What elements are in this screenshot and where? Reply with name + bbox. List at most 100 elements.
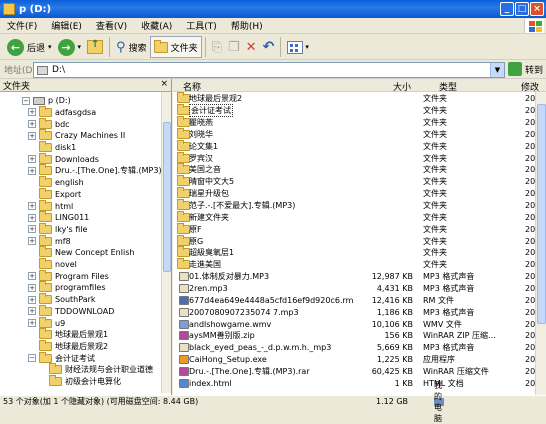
go-button[interactable]: 转到: [508, 62, 543, 76]
menu-file[interactable]: 文件(F): [0, 19, 44, 32]
file-size: 1 KB: [394, 378, 413, 388]
folder-icon: [39, 222, 52, 234]
tree-item[interactable]: + adfasgdsa: [28, 105, 96, 119]
expand-icon[interactable]: +: [28, 213, 36, 222]
file-row[interactable]: 原G文件夹2008: [173, 234, 545, 247]
file-row[interactable]: 瞿晓燕文件夹2008: [173, 116, 545, 129]
menu-help[interactable]: 帮助(H): [224, 19, 270, 32]
expand-icon[interactable]: +: [28, 131, 36, 140]
menu-tools[interactable]: 工具(T): [179, 19, 224, 32]
menu-view[interactable]: 查看(V): [89, 19, 134, 32]
tree-item[interactable]: 地球最后景观2: [28, 339, 108, 353]
file-name: 原F: [189, 224, 202, 234]
expand-icon[interactable]: +: [28, 225, 36, 234]
tree-item[interactable]: + LING011: [28, 211, 89, 224]
file-row[interactable]: CaiHong_Setup.exe1,225 KB应用程序2008: [173, 354, 545, 366]
expand-icon[interactable]: +: [28, 120, 36, 129]
file-row[interactable]: 美国之音文件夹2008: [173, 163, 545, 176]
menu-favorites[interactable]: 收藏(A): [134, 19, 179, 32]
tree-item[interactable]: + html: [28, 199, 73, 212]
minimize-button[interactable]: _: [500, 2, 514, 16]
file-row[interactable]: 论文集1文件夹2007: [173, 139, 545, 152]
exe-icon: [179, 355, 189, 365]
tree-item[interactable]: + Downloads: [28, 152, 99, 166]
file-row[interactable]: 范子.-.[不爱最大].专辑.(MP3)文件夹2008: [173, 199, 545, 212]
tree-item[interactable]: + programfiles: [28, 281, 106, 294]
folders-button[interactable]: 文件夹: [149, 36, 202, 58]
tree-item[interactable]: + u9: [28, 316, 65, 329]
file-row[interactable]: 刘晓华文件夹2008: [173, 127, 545, 141]
file-row[interactable]: black_eyed_peas_-_d.p.w.m.h._mp3 5,669 KB…: [173, 342, 545, 354]
collapse-icon[interactable]: −: [22, 96, 30, 105]
undo-button[interactable]: ↶: [260, 36, 278, 58]
tree-item[interactable]: − p (D:): [22, 95, 71, 107]
back-button[interactable]: ← 后退 ▾: [4, 36, 55, 58]
expand-icon[interactable]: +: [28, 295, 36, 304]
expand-icon[interactable]: +: [28, 155, 36, 164]
file-row[interactable]: Dru.-.[The.One].专辑.(MP3).rar 60,425 KB Win…: [173, 366, 545, 378]
file-row[interactable]: 晴窗中文大5文件夹2008: [173, 175, 545, 188]
file-list-scrollbar[interactable]: [535, 92, 546, 395]
status-size: 1.12 GB: [376, 397, 409, 406]
maximize-button[interactable]: □: [515, 2, 529, 16]
zip-icon: [179, 366, 189, 376]
tree-item[interactable]: + TDDOWNLOAD: [28, 304, 114, 318]
close-button[interactable]: ×: [530, 2, 544, 16]
copy-to-button[interactable]: ❐: [225, 36, 243, 58]
menu-edit[interactable]: 编辑(E): [44, 19, 89, 32]
file-row[interactable]: 地球最后景观2文件夹2008: [173, 92, 545, 105]
expand-icon[interactable]: +: [28, 202, 36, 211]
file-row[interactable]: 瑞星升级包文件夹2008: [173, 187, 545, 200]
expand-icon[interactable]: +: [28, 166, 36, 175]
file-row[interactable]: 会计证考试文件夹2008: [173, 104, 545, 118]
file-row[interactable]: andlshowgame.wmv10,106 KBWMV 文件2008: [173, 318, 545, 330]
file-row[interactable]: 2007080907235074 7.mp31,186 KBMP3 格式声音20…: [173, 306, 545, 318]
tree-item[interactable]: + lky's file: [28, 222, 87, 236]
tree-item[interactable]: novel: [28, 258, 77, 271]
tree-item[interactable]: + Program Files: [28, 269, 109, 283]
tree-item[interactable]: + bdc: [28, 117, 70, 130]
expand-icon[interactable]: +: [28, 319, 36, 328]
views-button[interactable]: ▾: [284, 36, 312, 58]
tree-item[interactable]: 地球最后景观1: [28, 328, 108, 341]
file-name: 罗宾汉: [189, 153, 213, 163]
tree-item[interactable]: + Dru.-.[The.One].专辑.(MP3): [28, 164, 162, 177]
file-row[interactable]: 超級臭氧层1文件夹2008: [173, 246, 545, 259]
forward-button[interactable]: → ▾: [55, 36, 85, 58]
file-row[interactable]: 677d4ea649e4448a5cfd16ef9d920c6.rm 12,416…: [173, 294, 545, 306]
file-row[interactable]: 01.体制反对暴力.MP312,987 KBMP3 格式声音2008: [173, 271, 545, 283]
move-to-button[interactable]: ⎘: [209, 36, 225, 58]
expand-icon[interactable]: +: [28, 272, 36, 281]
expand-icon[interactable]: +: [28, 283, 36, 292]
file-row[interactable]: index.html1 KBHTML 文档2008: [173, 377, 545, 389]
up-folder-button[interactable]: ↑: [84, 36, 106, 58]
delete-button[interactable]: ✕: [243, 36, 260, 58]
tree-item[interactable]: Export: [28, 187, 81, 201]
tree-item[interactable]: english: [28, 176, 84, 189]
tree-item[interactable]: + mf8: [28, 234, 71, 247]
file-row[interactable]: 新建文件夹文件夹2008: [173, 210, 545, 224]
search-button[interactable]: ⚲ 搜索: [113, 36, 150, 58]
file-row[interactable]: 罗宾汉文件夹2008: [173, 151, 545, 164]
tree-item[interactable]: + SouthPark: [28, 293, 96, 306]
tree-item[interactable]: 财经法规与会计职业道德: [38, 363, 153, 376]
address-input[interactable]: D:\ ▼: [33, 62, 505, 78]
expand-icon[interactable]: +: [28, 237, 36, 246]
expand-icon[interactable]: +: [28, 307, 36, 316]
tree-item[interactable]: + Crazy Machines II: [28, 129, 125, 142]
tree-item[interactable]: − 会计证考试: [28, 351, 95, 364]
expand-icon[interactable]: −: [28, 354, 36, 363]
tree-item[interactable]: 初级会计电算化: [38, 375, 121, 388]
file-row[interactable]: 走進美国文件夹2008: [173, 258, 545, 271]
file-row[interactable]: aysMM善别版.zip156 KBWinRAR ZIP 压缩...2008: [173, 330, 545, 342]
file-type: MP3 格式声音: [423, 343, 475, 353]
expand-icon[interactable]: +: [28, 108, 36, 117]
tree-item-label: bdc: [55, 119, 70, 129]
close-pane-button[interactable]: ×: [160, 79, 168, 89]
tree-item[interactable]: New Concept Enlish: [28, 246, 134, 259]
tree-item[interactable]: disk1: [28, 141, 76, 154]
address-dropdown-button[interactable]: ▼: [490, 63, 504, 77]
tree-scrollbar[interactable]: [161, 92, 171, 393]
file-row[interactable]: 原F文件夹2008: [173, 222, 545, 235]
file-row[interactable]: 2ren.mp34,431 KBMP3 格式声音2008: [173, 283, 545, 295]
